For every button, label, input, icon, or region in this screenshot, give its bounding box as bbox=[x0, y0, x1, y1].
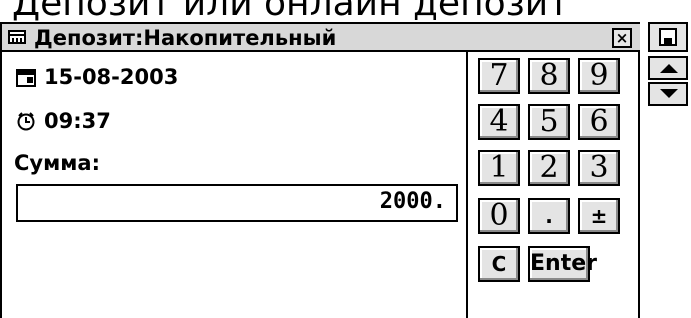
key-clear[interactable]: C bbox=[478, 246, 520, 282]
key-2[interactable]: 2 bbox=[528, 150, 570, 186]
key-plus-minus[interactable]: ± bbox=[578, 198, 620, 234]
sum-label: Сумма: bbox=[14, 151, 100, 175]
key-8[interactable]: 8 bbox=[528, 58, 570, 94]
save-button[interactable] bbox=[648, 22, 688, 52]
time-value: 09:37 bbox=[44, 109, 111, 133]
key-7[interactable]: 7 bbox=[478, 58, 520, 94]
key-0[interactable]: 0 bbox=[478, 198, 520, 234]
scroll-down-button[interactable] bbox=[648, 82, 688, 106]
scroll-up-icon bbox=[660, 64, 678, 73]
date-row[interactable]: 15-08-2003 bbox=[16, 64, 178, 90]
title-bar: Депозит:Накопительный × bbox=[2, 22, 640, 52]
scroll-up-button[interactable] bbox=[648, 56, 688, 80]
scroll-down-icon bbox=[660, 89, 678, 98]
key-enter[interactable]: Enter bbox=[528, 246, 597, 282]
key-5[interactable]: 5 bbox=[528, 104, 570, 140]
key-1[interactable]: 1 bbox=[478, 150, 520, 186]
window-title: Депозит:Накопительный bbox=[34, 26, 337, 50]
key-decimal-point[interactable]: . bbox=[528, 198, 570, 234]
key-9[interactable]: 9 bbox=[578, 58, 620, 94]
save-icon bbox=[659, 28, 677, 46]
alarm-clock-icon bbox=[17, 112, 35, 131]
sum-input[interactable]: 2000. bbox=[16, 184, 458, 222]
date-value: 15-08-2003 bbox=[44, 65, 179, 89]
calendar-icon bbox=[16, 69, 36, 87]
key-4[interactable]: 4 bbox=[478, 104, 520, 140]
key-3[interactable]: 3 bbox=[578, 150, 620, 186]
close-button[interactable]: × bbox=[612, 28, 632, 48]
time-row[interactable]: 09:37 bbox=[16, 108, 111, 134]
panel-divider bbox=[466, 50, 468, 318]
key-6[interactable]: 6 bbox=[578, 104, 620, 140]
page-heading: Депозит или онлайн депозит bbox=[12, 0, 570, 24]
deposit-window: Депозит:Накопительный × 15-08-2003 09:37… bbox=[0, 22, 640, 318]
side-toolbar bbox=[644, 22, 691, 318]
window-menu-icon[interactable] bbox=[8, 30, 26, 44]
